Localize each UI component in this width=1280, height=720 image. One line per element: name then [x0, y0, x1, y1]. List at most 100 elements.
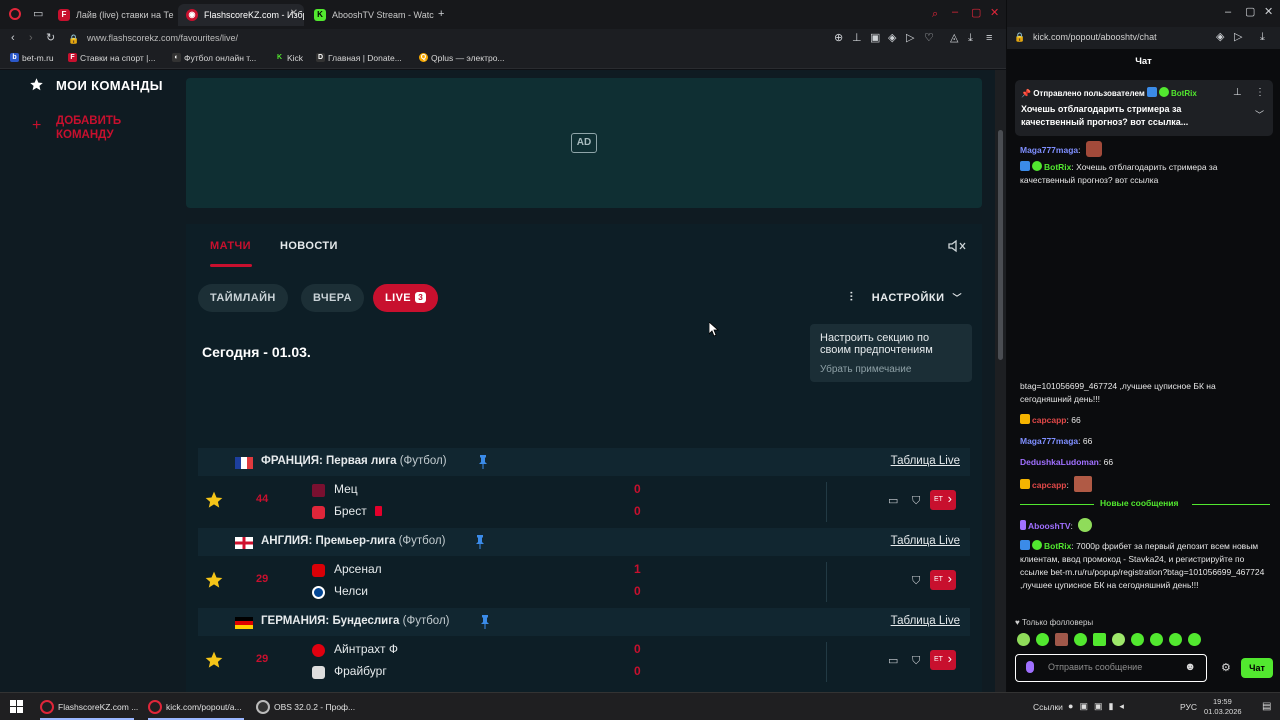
league-header-germany[interactable]: ГЕРМАНИЯ: Бундеслига (Футбол) Таблица Li…	[198, 608, 970, 636]
chat-username[interactable]: AbooshTV	[1028, 521, 1071, 531]
bookmark-kick[interactable]: K Kick	[275, 53, 303, 63]
tab-matches[interactable]: МАТЧИ	[210, 240, 252, 267]
pin-icon[interactable]	[475, 534, 485, 550]
filter-live[interactable]: LIVE 3	[373, 284, 439, 312]
emote-icon[interactable]	[1150, 633, 1163, 646]
search-tabs-icon[interactable]: ⌕	[932, 9, 938, 20]
new-tab-icon[interactable]: +	[438, 9, 444, 20]
account-icon[interactable]: ◬	[950, 33, 958, 44]
bookmark-betm[interactable]: b bet-m.ru	[10, 53, 54, 63]
pin-icon[interactable]	[478, 454, 488, 470]
download-icon[interactable]: ⤓	[1260, 32, 1265, 43]
mute-icon[interactable]	[948, 239, 966, 253]
heart-icon[interactable]: ♡	[924, 33, 934, 44]
forward-icon[interactable]: ›	[29, 33, 33, 44]
emote-icon[interactable]	[1188, 633, 1201, 646]
bookmark-donate[interactable]: D Главная | Donate...	[316, 53, 402, 63]
url-field[interactable]: kick.com/popout/abooshtv/chat	[1033, 32, 1157, 42]
defender-icon[interactable]: ▣	[1094, 701, 1109, 711]
standings-link[interactable]: Таблица Live	[891, 535, 960, 547]
tray-app-icon[interactable]: ●	[1068, 701, 1079, 711]
pinned-user[interactable]: BotRix	[1171, 89, 1197, 98]
more-options-icon[interactable]: ⋮	[1255, 87, 1265, 98]
chat-username[interactable]: capcapp	[1032, 480, 1067, 490]
emote-icon[interactable]	[1036, 633, 1049, 646]
menu-icon[interactable]: ≡	[986, 33, 992, 44]
chat-username[interactable]: Maga777maga	[1020, 436, 1078, 446]
keyboard-language[interactable]: РУС	[1180, 702, 1197, 712]
lineup-shirt-icon[interactable]: ⛉	[912, 496, 920, 507]
match-row[interactable]: 29 Айнтрахт Ф Фрайбург 0 0 ▭ ⛉ ET	[198, 636, 970, 688]
lineup-shirt-icon[interactable]: ⛉	[912, 656, 920, 667]
zoom-icon[interactable]: ⊕	[834, 33, 843, 44]
bookmark-flashscore[interactable]: F Ставки на спорт |...	[68, 53, 155, 63]
back-icon[interactable]: ‹	[11, 33, 15, 44]
close-tab-icon[interactable]: ✕	[290, 8, 298, 19]
filter-yesterday[interactable]: ВЧЕРА	[301, 284, 364, 312]
emote-icon[interactable]	[1074, 633, 1087, 646]
send-chat-button[interactable]: Чат	[1241, 658, 1273, 678]
emote-icon[interactable]	[1093, 633, 1106, 646]
page-scrollbar[interactable]	[995, 70, 1006, 692]
bookmark-football[interactable]: ◐ Футбол онлайн т...	[172, 53, 256, 63]
emoji-icon[interactable]: ☻	[1184, 661, 1196, 673]
emote-icon[interactable]	[1017, 633, 1030, 646]
match-row[interactable]: 44 Мец Брест 0 0 ▭ ⛉ ET	[198, 476, 970, 528]
dismiss-note-link[interactable]: Убрать примечание	[820, 364, 962, 375]
emote-icon[interactable]	[1131, 633, 1144, 646]
favourite-star-icon[interactable]	[204, 650, 224, 670]
notifications-icon[interactable]: ▤	[1262, 701, 1271, 712]
filter-timeline[interactable]: ТАЙМЛАЙН	[198, 284, 288, 312]
maximize-icon[interactable]: ▢	[1245, 7, 1255, 18]
emote-icon[interactable]	[1055, 633, 1068, 646]
match-row[interactable]: 29 Арсенал Челси 1 0 ⛉ ET	[198, 556, 970, 608]
chat-username[interactable]: BotRix	[1044, 162, 1071, 172]
maximize-icon[interactable]: ▢	[971, 8, 981, 19]
microphone-icon[interactable]	[1026, 661, 1034, 673]
league-header-england[interactable]: АНГЛИЯ: Премьер-лига (Футбол) Таблица Li…	[198, 528, 970, 556]
tv-icon[interactable]: ▭	[888, 656, 898, 667]
odds-button[interactable]: ET	[930, 489, 956, 510]
close-window-icon[interactable]: ✕	[1264, 7, 1273, 18]
tab-tennis-live[interactable]: F Лайв (live) ставки на Тен	[50, 4, 174, 26]
chat-username[interactable]: capcapp	[1032, 415, 1067, 425]
clock-time[interactable]: 19:59	[1213, 697, 1232, 706]
opera-logo-icon[interactable]	[9, 8, 21, 20]
taskbar-obs[interactable]: OBS 32.0.2 - Проф...	[256, 697, 355, 717]
pinned-message[interactable]: 📌 Отправлено пользователем BotRix ⊥ ⋮ Хо…	[1015, 80, 1273, 136]
minimize-icon[interactable]: –	[952, 7, 958, 18]
emote-icon[interactable]	[1112, 633, 1125, 646]
odds-button[interactable]: ET	[930, 569, 956, 590]
league-header-france[interactable]: ФРАНЦИЯ: Первая лига (Футбол) Таблица Li…	[198, 448, 970, 476]
play-icon[interactable]: ▷	[1234, 32, 1242, 43]
clock-date[interactable]: 01.03.2026	[1204, 707, 1242, 716]
chat-username[interactable]: Maga777maga	[1020, 145, 1078, 155]
chat-message-input[interactable]: Отправить сообщение ☻	[1015, 654, 1207, 682]
tab-kick-stream[interactable]: K AbooshTV Stream - Watch	[306, 4, 434, 26]
pin-icon[interactable]: ⊥	[852, 33, 862, 44]
taskbar-flashscore[interactable]: FlashscoreKZ.com ...	[40, 697, 138, 720]
shield-icon[interactable]: ◈	[1216, 32, 1224, 43]
screenshot-icon[interactable]: ▣	[870, 33, 880, 44]
add-team-link[interactable]: ДОБАВИТЬ КОМАНДУ	[56, 114, 146, 142]
favourite-star-icon[interactable]	[204, 490, 224, 510]
tv-icon[interactable]: ▭	[888, 496, 898, 507]
url-field[interactable]: www.flashscorekz.com/favourites/live/	[87, 33, 238, 43]
favourite-star-icon[interactable]	[204, 570, 224, 590]
download-icon[interactable]: ⤓	[968, 33, 973, 44]
chat-username[interactable]: BotRix	[1044, 541, 1071, 551]
close-window-icon[interactable]: ✕	[990, 8, 999, 19]
standings-link[interactable]: Таблица Live	[891, 455, 960, 467]
shield-icon[interactable]: ◈	[888, 33, 896, 44]
usb-icon[interactable]: ▮	[1108, 701, 1119, 711]
minimize-icon[interactable]: –	[1225, 7, 1231, 18]
emote-icon[interactable]	[1169, 633, 1182, 646]
taskbar-kick-chat[interactable]: kick.com/popout/a...	[148, 697, 244, 720]
new-messages-divider[interactable]: Новые сообщения	[1020, 498, 1270, 510]
chat-settings-icon[interactable]: ⚙	[1221, 661, 1231, 674]
windows-start-icon[interactable]	[10, 700, 23, 713]
chevron-down-icon[interactable]: ﹀	[1255, 110, 1264, 121]
tray-links[interactable]: Ссылки	[1033, 702, 1063, 712]
ad-banner[interactable]: AD	[186, 78, 982, 208]
standings-link[interactable]: Таблица Live	[891, 615, 960, 627]
